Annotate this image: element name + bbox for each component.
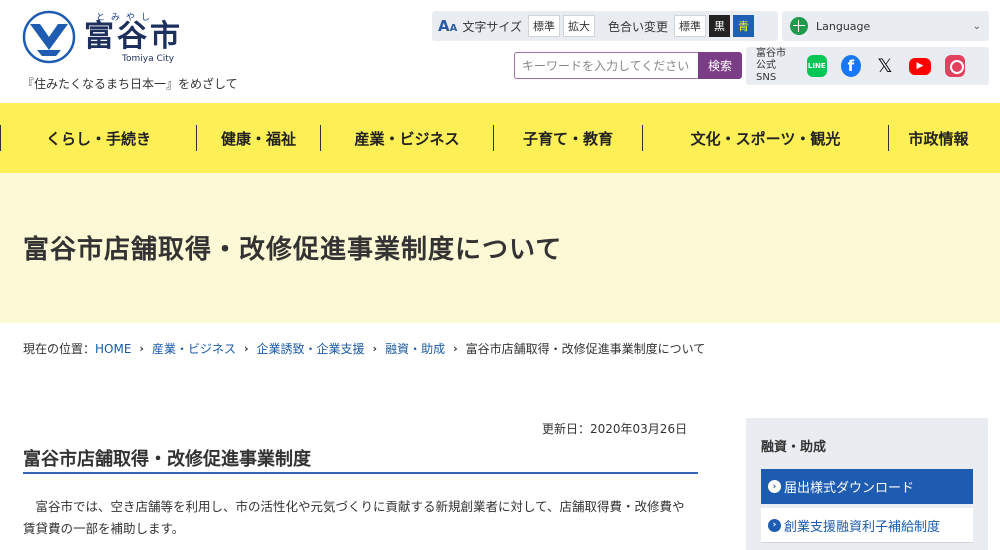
section-heading: 富谷市店舗取得・改修促進事業制度: [23, 445, 698, 474]
breadcrumb-yushi[interactable]: 融資・助成: [385, 340, 445, 357]
tagline: 『住みたくなるまち日本一』をめざして: [22, 77, 238, 91]
breadcrumb-separator-icon: ›: [372, 342, 378, 355]
instagram-icon[interactable]: [944, 55, 965, 77]
line-icon[interactable]: LINE: [806, 55, 827, 77]
side-item-label: 届出様式ダウンロード: [784, 481, 915, 496]
side-item-interest-subsidy[interactable]: › 創業支援融資利子補給制度: [761, 508, 973, 543]
nav-item-kenko[interactable]: 健康・福祉: [196, 125, 320, 151]
accessibility-bar: AA 文字サイズ 標準 拡大 色合い変更 標準 黒 青: [432, 11, 778, 41]
breadcrumb: 現在の位置： HOME › 産業・ビジネス › 企業誘致・企業支援 › 融資・助…: [23, 340, 705, 357]
sns-links: 富谷市 公式SNS LINE f 𝕏 ▶: [746, 47, 989, 85]
color-blue-button[interactable]: 青: [733, 15, 755, 37]
page-title: 富谷市店舗取得・改修促進事業制度について: [23, 235, 563, 265]
nav-item-bunka[interactable]: 文化・スポーツ・観光: [642, 125, 888, 151]
side-nav: 融資・助成 › 届出様式ダウンロード › 創業支援融資利子補給制度: [746, 418, 988, 550]
breadcrumb-separator-icon: ›: [243, 342, 249, 355]
font-size-icon: AA: [438, 17, 458, 35]
font-size-label: 文字サイズ: [462, 19, 522, 34]
language-select[interactable]: Language ⌄: [782, 11, 989, 41]
facebook-icon[interactable]: f: [840, 55, 861, 77]
breadcrumb-separator-icon: ›: [139, 342, 144, 355]
search-input[interactable]: キーワードを入力してください: [514, 52, 698, 79]
breadcrumb-home[interactable]: HOME: [95, 342, 131, 356]
language-label: Language: [816, 19, 871, 33]
site-search: キーワードを入力してください 検索: [514, 52, 742, 79]
color-standard-button[interactable]: 標準: [674, 15, 707, 37]
logo-text: とみやし 富谷市 Tomiya City: [84, 10, 183, 64]
font-large-button[interactable]: 拡大: [563, 15, 595, 37]
chevron-down-icon: ⌄: [972, 20, 981, 32]
color-change-label: 色合い変更: [608, 19, 669, 34]
side-item-download[interactable]: › 届出様式ダウンロード: [761, 469, 973, 504]
sns-label: 富谷市 公式SNS: [756, 48, 786, 83]
site-header: とみやし 富谷市 Tomiya City 『住みたくなるまち日本一』をめざして …: [0, 0, 1000, 103]
font-standard-button[interactable]: 標準: [528, 15, 560, 37]
side-item-label: 創業支援融資利子補給制度: [784, 519, 941, 535]
globe-icon: [790, 17, 808, 35]
search-button[interactable]: 検索: [698, 52, 742, 79]
updated-date: 更新日：2020年03月26日: [542, 422, 688, 436]
breadcrumb-current: 富谷市店舗取得・改修促進事業制度について: [465, 342, 706, 356]
nav-item-shisei[interactable]: 市政情報: [888, 125, 988, 151]
side-nav-title: 融資・助成: [761, 440, 827, 455]
nav-item-kosodate[interactable]: 子育て・教育: [493, 125, 642, 151]
arrow-circle-icon: ›: [768, 518, 781, 532]
youtube-icon[interactable]: ▶: [908, 57, 931, 75]
color-black-button[interactable]: 黒: [709, 15, 731, 37]
breadcrumb-kigyo[interactable]: 企業誘致・企業支援: [257, 340, 365, 357]
site-logo[interactable]: とみやし 富谷市 Tomiya City: [22, 10, 183, 64]
arrow-circle-icon: ›: [768, 480, 781, 493]
title-band: 富谷市店舗取得・改修促進事業制度について: [0, 173, 1000, 323]
body-paragraph: 富谷市では、空き店舗等を利用し、市の活性化や元気づくりに貢献する新規創業者に対し…: [23, 499, 685, 536]
breadcrumb-sangyo[interactable]: 産業・ビジネス: [152, 340, 236, 357]
nav-item-sangyo[interactable]: 産業・ビジネス: [320, 125, 493, 151]
x-icon[interactable]: 𝕏: [875, 55, 895, 77]
breadcrumb-separator-icon: ›: [453, 342, 458, 355]
city-emblem-icon: [22, 10, 76, 64]
nav-item-kurashi[interactable]: くらし・手続き: [0, 125, 196, 151]
global-nav: くらし・手続き 健康・福祉 産業・ビジネス 子育て・教育 文化・スポーツ・観光 …: [0, 103, 1000, 173]
breadcrumb-prefix: 現在の位置：: [23, 342, 96, 356]
logo-name: 富谷市: [84, 19, 183, 54]
logo-english: Tomiya City: [122, 54, 175, 64]
